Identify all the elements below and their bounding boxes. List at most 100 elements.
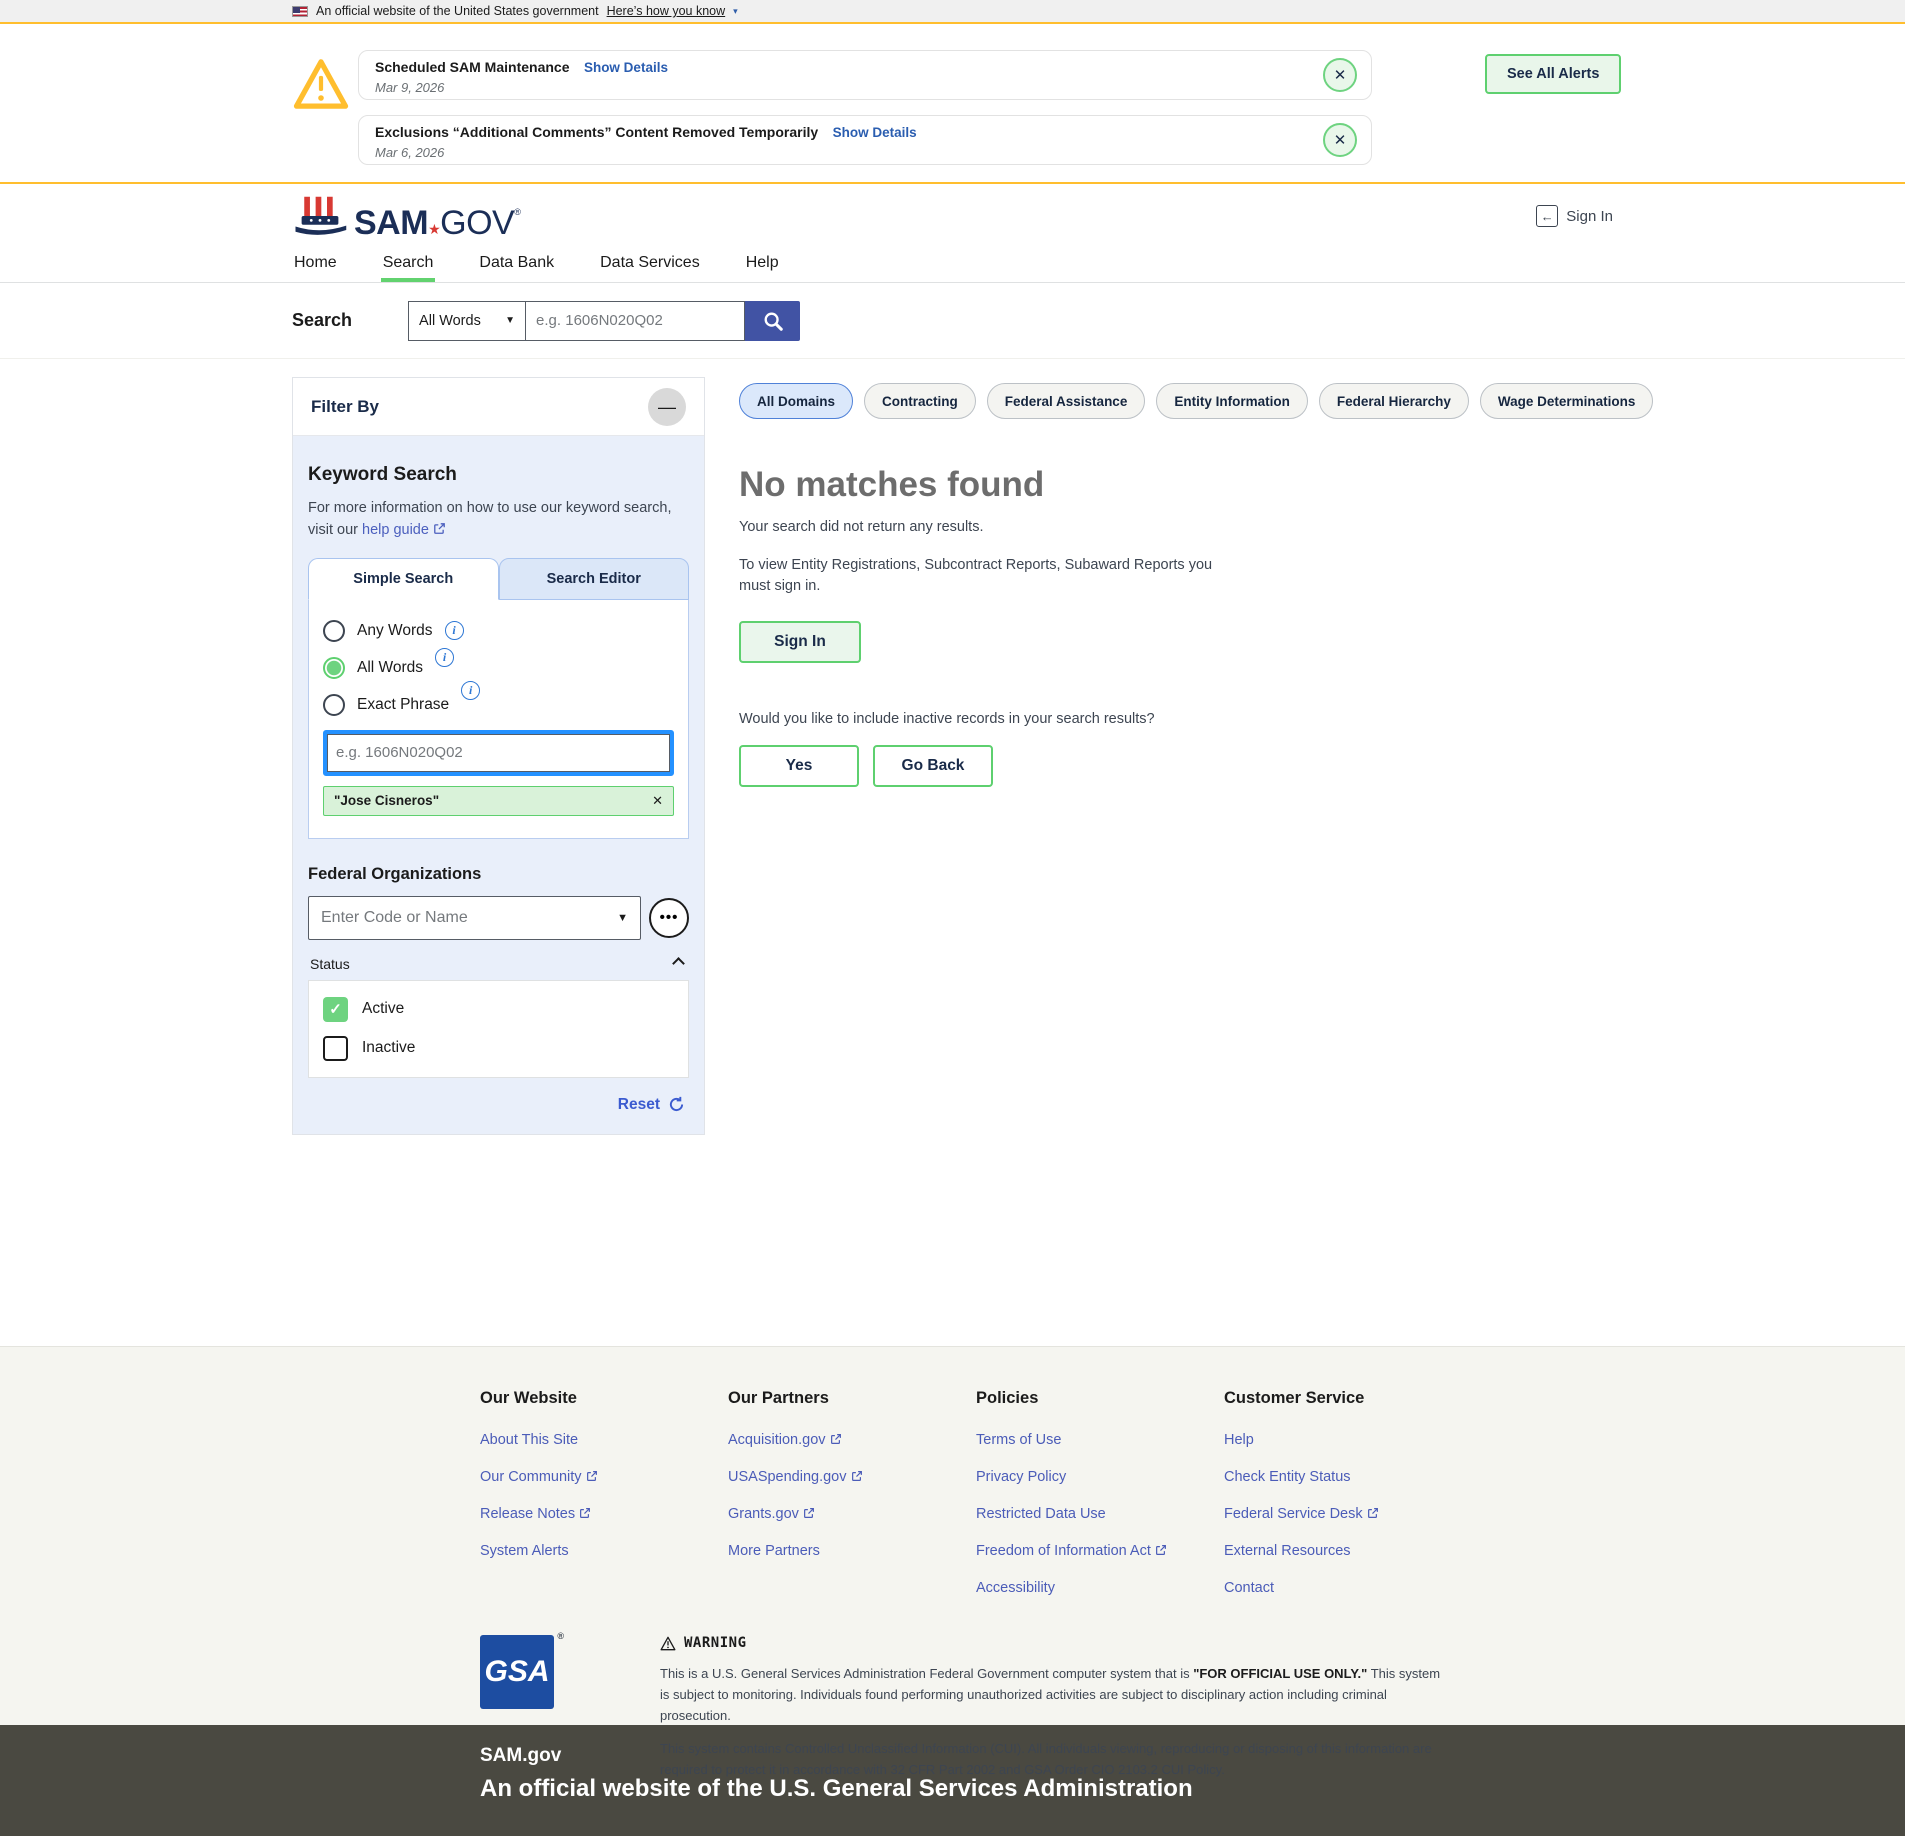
footer-link-acquisition-gov[interactable]: Acquisition.gov (728, 1432, 976, 1448)
status-option-inactive[interactable]: Inactive (323, 1036, 674, 1061)
footer-columns: Our Website About This Site Our Communit… (480, 1389, 1905, 1617)
footer-link-system-alerts[interactable]: System Alerts (480, 1543, 728, 1559)
sign-in-label: Sign In (1566, 208, 1613, 225)
footer-col-policies: Policies Terms of Use Privacy Policy Res… (976, 1389, 1224, 1617)
checkbox-unchecked-icon[interactable] (323, 1036, 348, 1061)
footer-link-our-community[interactable]: Our Community (480, 1469, 728, 1485)
footer-link-foia[interactable]: Freedom of Information Act (976, 1543, 1224, 1559)
warning-title: WARNING (684, 1635, 747, 1651)
alert-title: Scheduled SAM Maintenance (375, 59, 569, 75)
domain-tab-entity-information[interactable]: Entity Information (1156, 383, 1308, 419)
sign-in-link[interactable]: ← Sign In (1536, 205, 1613, 227)
show-details-link[interactable]: Show Details (833, 125, 917, 140)
nav-item-search[interactable]: Search (381, 248, 436, 282)
sam-gov-logo[interactable]: SAM★GOV® (292, 193, 520, 239)
show-details-link[interactable]: Show Details (584, 60, 668, 75)
radio-selected-icon[interactable] (323, 657, 345, 679)
see-all-alerts-button[interactable]: See All Alerts (1485, 54, 1621, 94)
filter-panel: Filter By — Keyword Search For more info… (292, 377, 705, 1135)
help-guide-link[interactable]: help guide (362, 522, 429, 538)
search-label: Search (292, 310, 352, 331)
footer-heading: Our Partners (728, 1389, 976, 1408)
info-icon[interactable]: i (461, 681, 480, 700)
gov-banner: An official website of the United States… (0, 0, 1905, 24)
domain-tab-federal-assistance[interactable]: Federal Assistance (987, 383, 1146, 419)
info-icon[interactable]: i (435, 648, 454, 667)
domain-tab-wage-determinations[interactable]: Wage Determinations (1480, 383, 1654, 419)
keyword-input-focus-ring (323, 730, 674, 776)
warning-triangle-icon (293, 57, 349, 116)
footer-link-restricted-data-use[interactable]: Restricted Data Use (976, 1506, 1224, 1522)
footer-link-check-entity-status[interactable]: Check Entity Status (1224, 1469, 1472, 1485)
footer-heading: Our Website (480, 1389, 728, 1408)
chevron-up-icon[interactable] (672, 957, 685, 970)
footer-link-more-partners[interactable]: More Partners (728, 1543, 976, 1559)
footer-link-terms-of-use[interactable]: Terms of Use (976, 1432, 1224, 1448)
status-options-box: ✓ Active Inactive (308, 980, 689, 1078)
status-option-active[interactable]: ✓ Active (323, 997, 674, 1022)
footer-link-accessibility[interactable]: Accessibility (976, 1580, 1224, 1596)
footer-link-external-resources[interactable]: External Resources (1224, 1543, 1472, 1559)
federal-org-select[interactable]: Enter Code or Name ▼ (308, 896, 641, 940)
radio-icon[interactable] (323, 694, 345, 716)
radio-option-exact-phrase[interactable]: Exact Phrase i (323, 694, 674, 716)
keyword-tabs: Simple Search Search Editor (308, 558, 689, 600)
external-link-icon (830, 1433, 842, 1449)
footer-link-about-this-site[interactable]: About This Site (480, 1432, 728, 1448)
reset-link[interactable]: Reset (618, 1096, 660, 1114)
alert-card: Scheduled SAM Maintenance Show Details M… (358, 50, 1372, 100)
footer-link-release-notes[interactable]: Release Notes (480, 1506, 728, 1522)
nav-item-home[interactable]: Home (292, 248, 339, 282)
search-bar-row: Search All Words ▼ (0, 283, 1905, 359)
search-button[interactable] (745, 301, 800, 341)
inactive-records-question: Would you like to include inactive recor… (739, 711, 1905, 727)
nav-item-data-bank[interactable]: Data Bank (477, 248, 556, 282)
external-link-icon (433, 523, 446, 539)
alert-date: Mar 6, 2026 (375, 145, 1311, 160)
domain-tabs: All Domains Contracting Federal Assistan… (739, 383, 1905, 419)
radio-icon[interactable] (323, 620, 345, 642)
search-scope-select[interactable]: All Words ▼ (408, 301, 525, 341)
reset-refresh-icon[interactable] (668, 1096, 685, 1113)
footer-link-contact[interactable]: Contact (1224, 1580, 1472, 1596)
domain-tab-contracting[interactable]: Contracting (864, 383, 976, 419)
results-sign-in-button[interactable]: Sign In (739, 621, 861, 663)
go-back-button[interactable]: Go Back (873, 745, 993, 787)
footer-link-help[interactable]: Help (1224, 1432, 1472, 1448)
tab-search-editor[interactable]: Search Editor (499, 558, 690, 600)
domain-tab-federal-hierarchy[interactable]: Federal Hierarchy (1319, 383, 1469, 419)
footer-link-usaspending-gov[interactable]: USASpending.gov (728, 1469, 976, 1485)
chip-remove-icon[interactable]: ✕ (652, 793, 663, 809)
external-link-icon (579, 1507, 591, 1523)
footer-col-customer-service: Customer Service Help Check Entity Statu… (1224, 1389, 1472, 1617)
external-link-icon (803, 1507, 815, 1523)
gov-banner-text: An official website of the United States… (316, 4, 599, 18)
federal-org-placeholder: Enter Code or Name (321, 909, 468, 927)
external-link-icon (586, 1470, 598, 1486)
yes-button[interactable]: Yes (739, 745, 859, 787)
keyword-input[interactable] (327, 734, 670, 772)
checkbox-checked-icon[interactable]: ✓ (323, 997, 348, 1022)
how-you-know-link[interactable]: Here’s how you know (607, 4, 726, 18)
search-input[interactable] (525, 301, 745, 341)
footer-link-federal-service-desk[interactable]: Federal Service Desk (1224, 1506, 1472, 1522)
footer-link-privacy-policy[interactable]: Privacy Policy (976, 1469, 1224, 1485)
domain-tab-all-domains[interactable]: All Domains (739, 383, 853, 419)
status-header[interactable]: Status (308, 956, 689, 972)
footer-heading: Customer Service (1224, 1389, 1472, 1408)
alert-close-button[interactable]: ✕ (1323, 58, 1357, 92)
main-nav: Home Search Data Bank Data Services Help (0, 248, 1905, 283)
more-organizations-button[interactable]: ••• (649, 898, 689, 938)
nav-item-data-services[interactable]: Data Services (598, 248, 702, 282)
alert-close-button[interactable]: ✕ (1323, 123, 1357, 157)
collapse-filters-button[interactable]: — (648, 388, 686, 426)
footer-link-grants-gov[interactable]: Grants.gov (728, 1506, 976, 1522)
radio-option-all-words[interactable]: All Words i (323, 657, 674, 679)
alerts-section: Scheduled SAM Maintenance Show Details M… (0, 24, 1905, 184)
info-icon[interactable]: i (445, 621, 464, 640)
warning-paragraph-1: This is a U.S. General Services Administ… (660, 1664, 1450, 1726)
nav-item-help[interactable]: Help (744, 248, 781, 282)
external-link-icon (851, 1470, 863, 1486)
tab-simple-search[interactable]: Simple Search (308, 558, 499, 600)
radio-option-any-words[interactable]: Any Words i (323, 620, 674, 642)
